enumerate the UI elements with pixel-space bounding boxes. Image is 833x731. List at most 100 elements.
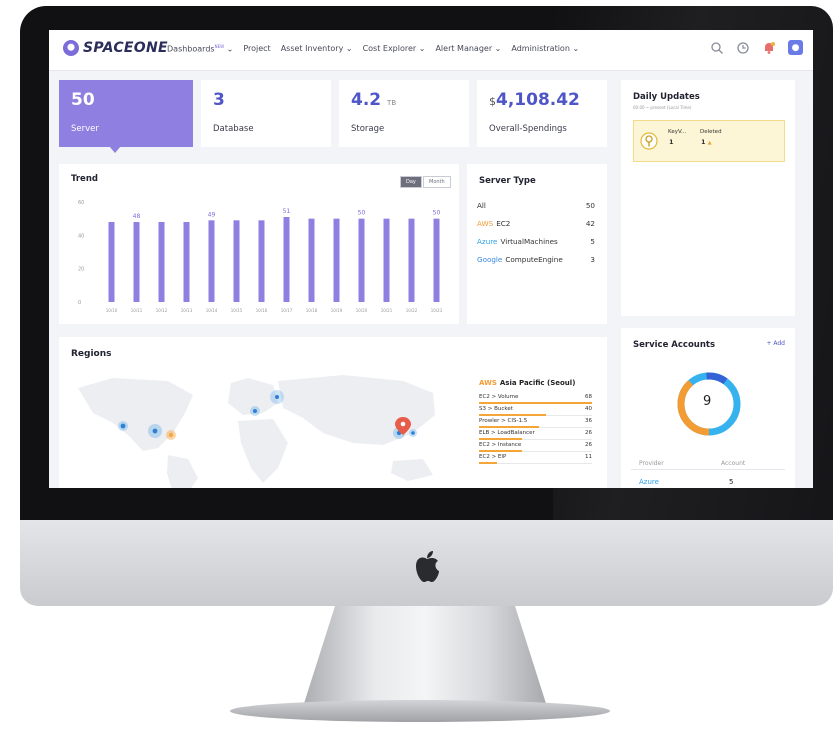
nav-alert-manager[interactable]: Alert Manager ⌄ <box>435 44 501 54</box>
service-accounts-panel: Service Accounts + Add 9 Provider Accoun… <box>621 328 795 488</box>
server-type-title: Server Type <box>479 176 536 186</box>
x-tick-label: 10/21 <box>381 308 393 313</box>
server-label: Server <box>71 124 99 134</box>
server-type-panel: Server Type All 50 AWS EC2 42 Azure VirtualM… <box>467 164 607 324</box>
spending-summary-card[interactable]: $4,108.42 Overall-Spendings <box>477 80 607 147</box>
spending-value: $4,108.42 <box>489 90 580 110</box>
apple-logo-icon <box>416 551 439 582</box>
trend-bar[interactable] <box>408 218 415 302</box>
deleted-label: Deleted <box>700 129 722 135</box>
region-resource-name: EC2 > Volume <box>479 394 519 400</box>
monitor-base <box>230 700 610 722</box>
dashboard-screen: SPACEONE DashboardsNEW ⌄ Project Asset I… <box>49 30 813 488</box>
region-resource-row[interactable]: EC2 > EIP 11 <box>479 452 592 464</box>
region-resource-name: Prowler > CIS-1.5 <box>479 418 528 424</box>
trend-bar[interactable] <box>233 220 240 302</box>
region-resource-row[interactable]: Prowler > CIS-1.5 36 <box>479 416 592 428</box>
region-resource-name: ELB > LoadBalancer <box>479 430 535 436</box>
x-tick-label: 10/12 <box>156 308 168 313</box>
daily-update-item[interactable]: KeyV... 1 Deleted 1 ▲ <box>633 120 785 162</box>
region-resource-name: EC2 > Instance <box>479 442 522 448</box>
storage-value: 4.2 TB <box>351 90 397 110</box>
recent-icon[interactable] <box>736 41 750 55</box>
new-badge: NEW <box>214 44 225 49</box>
region-resource-name: S3 > Bucket <box>479 406 513 412</box>
service-account-count: 5 <box>729 478 734 486</box>
selected-card-pointer <box>109 146 121 153</box>
region-resource-count: 11 <box>585 454 592 460</box>
storage-unit: TB <box>387 99 397 107</box>
nav-dashboards[interactable]: DashboardsNEW ⌄ <box>167 44 233 54</box>
trend-bar[interactable] <box>258 220 265 302</box>
service-accounts-title: Service Accounts <box>633 340 716 350</box>
update-item-count: 1 <box>669 138 674 146</box>
main-nav: DashboardsNEW ⌄ Project Asset Inventory … <box>167 44 579 54</box>
nav-project[interactable]: Project <box>243 44 270 54</box>
x-tick-label: 10/23 <box>431 308 443 313</box>
region-resource-count: 26 <box>585 442 592 448</box>
regions-title: Regions <box>71 349 112 359</box>
x-tick-label: 10/17 <box>281 308 293 313</box>
trend-bar[interactable] <box>133 222 140 302</box>
y-tick-label: 20 <box>78 267 84 273</box>
database-summary-card[interactable]: 3 Database <box>201 80 331 147</box>
database-label: Database <box>213 124 254 134</box>
trend-bar[interactable] <box>158 222 165 302</box>
x-tick-label: 10/15 <box>231 308 243 313</box>
bar-data-label: 48 <box>133 213 141 220</box>
region-resource-row[interactable]: EC2 > Volume 68 <box>479 392 592 404</box>
trend-bar[interactable] <box>108 222 115 302</box>
trend-bar[interactable] <box>308 218 315 302</box>
notification-icon[interactable] <box>762 41 776 55</box>
update-item-name: KeyV... <box>668 129 687 135</box>
spaceone-logo[interactable]: SPACEONE <box>63 40 168 56</box>
regions-panel: Regions AWS Asia Pacific (Seoul) EC2 > V… <box>59 337 607 488</box>
x-tick-label: 10/14 <box>206 308 218 313</box>
nav-administration[interactable]: Administration ⌄ <box>511 44 579 54</box>
server-type-row[interactable]: Google ComputeEngine 3 <box>477 255 595 264</box>
logo-text: SPACEONE <box>83 40 168 56</box>
x-tick-label: 10/13 <box>181 308 193 313</box>
nav-asset-inventory[interactable]: Asset Inventory ⌄ <box>281 44 353 54</box>
trend-bar[interactable] <box>433 218 440 302</box>
service-account-provider[interactable]: Azure <box>639 478 659 486</box>
search-icon[interactable] <box>710 41 724 55</box>
server-type-row[interactable]: All 50 <box>477 201 595 210</box>
server-type-row[interactable]: Azure VirtualMachines 5 <box>477 237 595 246</box>
add-service-account-button[interactable]: + Add <box>766 340 785 347</box>
spending-label: Overall-Spendings <box>489 124 567 134</box>
trend-bar[interactable] <box>208 220 215 302</box>
trend-bar[interactable] <box>358 218 365 302</box>
daily-updates-panel: Daily Updates 00:00 ~ present (Local Tim… <box>621 80 795 316</box>
key-vault-icon <box>640 132 658 150</box>
x-tick-label: 10/10 <box>106 308 118 313</box>
region-resource-row[interactable]: S3 > Bucket 40 <box>479 404 592 416</box>
provider-column-header: Provider <box>639 460 664 467</box>
server-summary-card[interactable]: 50 Server <box>59 80 193 147</box>
region-resource-row[interactable]: EC2 > Instance 26 <box>479 440 592 452</box>
bar-data-label: 50 <box>433 210 441 217</box>
region-resource-count: 40 <box>585 406 592 412</box>
nav-cost-explorer[interactable]: Cost Explorer ⌄ <box>363 44 426 54</box>
x-tick-label: 10/18 <box>306 308 318 313</box>
trend-bar[interactable] <box>183 222 190 302</box>
user-menu-icon[interactable]: ● <box>788 40 803 55</box>
region-resource-count: 26 <box>585 430 592 436</box>
bar-data-label: 50 <box>358 210 366 217</box>
provider-azure: Azure <box>477 237 498 246</box>
y-tick-label: 60 <box>78 200 84 206</box>
provider-aws: AWS <box>477 219 494 228</box>
trend-bar[interactable] <box>283 217 290 302</box>
trend-bar[interactable] <box>333 218 340 302</box>
trend-bar[interactable] <box>383 218 390 302</box>
region-resource-list: AWS Asia Pacific (Seoul) EC2 > Volume 68 S3… <box>479 379 592 464</box>
storage-summary-card[interactable]: 4.2 TB Storage <box>339 80 469 147</box>
region-resource-row[interactable]: ELB > LoadBalancer 26 <box>479 428 592 440</box>
server-type-name: All <box>477 201 486 210</box>
daily-updates-subtitle: 00:00 ~ present (Local Time) <box>633 105 692 110</box>
server-type-row[interactable]: AWS EC2 42 <box>477 219 595 228</box>
storage-label: Storage <box>351 124 385 134</box>
top-icons: ● <box>710 40 803 55</box>
world-map[interactable] <box>73 373 468 488</box>
trend-panel: Trend Day Month 60 40 20 0 10/10 10/11 48 10/12… <box>59 164 459 324</box>
